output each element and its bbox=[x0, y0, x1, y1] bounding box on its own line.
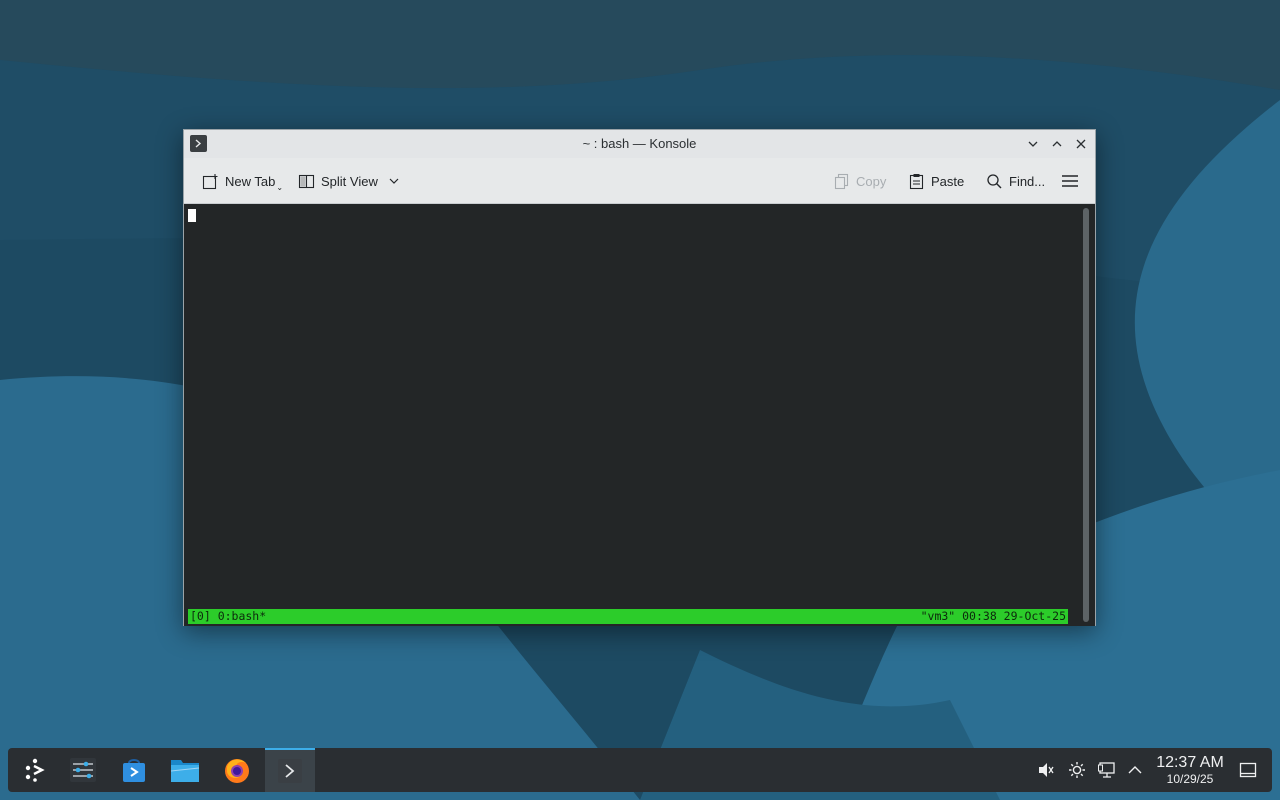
copy-button[interactable]: Copy bbox=[832, 170, 886, 192]
volume-muted-icon[interactable] bbox=[1036, 760, 1056, 780]
konsole-icon bbox=[278, 759, 302, 783]
clock-time: 12:37 AM bbox=[1156, 754, 1224, 771]
paste-button[interactable]: Paste bbox=[907, 170, 964, 192]
konsole-window[interactable]: ~ : bash — Konsole New Tab ⌄ Split View bbox=[183, 129, 1096, 626]
discover-store-icon bbox=[123, 759, 145, 782]
konsole-toolbar: New Tab ⌄ Split View Copy Paste Find... bbox=[184, 158, 1095, 204]
taskbar: 12:37 AM 10/29/25 bbox=[8, 748, 1272, 792]
split-view-dropdown-icon[interactable] bbox=[388, 175, 400, 187]
tmux-window-list: [0] 0:bash* bbox=[190, 609, 267, 623]
clock-date: 10/29/25 bbox=[1166, 772, 1214, 786]
terminal-scrollbar[interactable] bbox=[1083, 208, 1089, 622]
system-settings-button[interactable] bbox=[58, 748, 108, 792]
hamburger-menu-button[interactable] bbox=[1061, 170, 1085, 192]
chevron-up-icon bbox=[1052, 141, 1062, 147]
network-wired-icon[interactable] bbox=[1097, 760, 1117, 780]
digital-clock[interactable]: 12:37 AM 10/29/25 bbox=[1152, 754, 1228, 786]
system-settings-icon bbox=[70, 758, 96, 782]
find-label: Find... bbox=[1009, 173, 1046, 189]
application-launcher-icon bbox=[25, 758, 45, 782]
window-titlebar[interactable]: ~ : bash — Konsole bbox=[184, 130, 1095, 158]
tmux-status-bar: [0] 0:bash* "vm3" 00:38 29-Oct-25 bbox=[188, 609, 1068, 624]
close-icon bbox=[1076, 139, 1086, 149]
copy-icon bbox=[832, 172, 850, 190]
new-tab-label: New Tab bbox=[225, 173, 276, 189]
tmux-status-right: "vm3" 00:38 29-Oct-25 bbox=[920, 609, 1066, 623]
window-title: ~ : bash — Konsole bbox=[582, 136, 697, 151]
hamburger-menu-icon bbox=[1061, 172, 1079, 190]
new-tab-icon bbox=[201, 172, 219, 190]
paste-icon bbox=[907, 172, 925, 190]
minimize-button[interactable] bbox=[1024, 135, 1042, 153]
new-tab-button[interactable]: New Tab ⌄ bbox=[201, 170, 283, 192]
copy-label: Copy bbox=[856, 173, 887, 189]
discover-store-button[interactable] bbox=[109, 748, 159, 792]
terminal-cursor bbox=[188, 209, 196, 222]
application-launcher-button[interactable] bbox=[10, 748, 60, 792]
find-button[interactable]: Find... bbox=[985, 170, 1045, 192]
maximize-button[interactable] bbox=[1048, 135, 1066, 153]
split-view-icon bbox=[297, 172, 315, 190]
split-view-label: Split View bbox=[321, 173, 378, 189]
file-manager-icon bbox=[170, 760, 200, 782]
paste-label: Paste bbox=[931, 173, 965, 189]
file-manager-button[interactable] bbox=[160, 748, 210, 792]
chevron-down-icon bbox=[1028, 141, 1038, 147]
new-tab-dropdown-icon[interactable]: ⌄ bbox=[276, 183, 283, 192]
show-desktop-icon[interactable] bbox=[1238, 760, 1258, 780]
konsole-task-button[interactable] bbox=[265, 748, 315, 792]
chevron-up-icon[interactable] bbox=[1125, 760, 1145, 780]
terminal-area[interactable]: [0] 0:bash* "vm3" 00:38 29-Oct-25 bbox=[184, 204, 1095, 626]
close-button[interactable] bbox=[1072, 135, 1090, 153]
brightness-icon[interactable] bbox=[1067, 760, 1087, 780]
search-icon bbox=[985, 172, 1003, 190]
firefox-icon bbox=[225, 759, 249, 783]
firefox-button[interactable] bbox=[212, 748, 262, 792]
split-view-button[interactable]: Split View bbox=[297, 170, 400, 192]
